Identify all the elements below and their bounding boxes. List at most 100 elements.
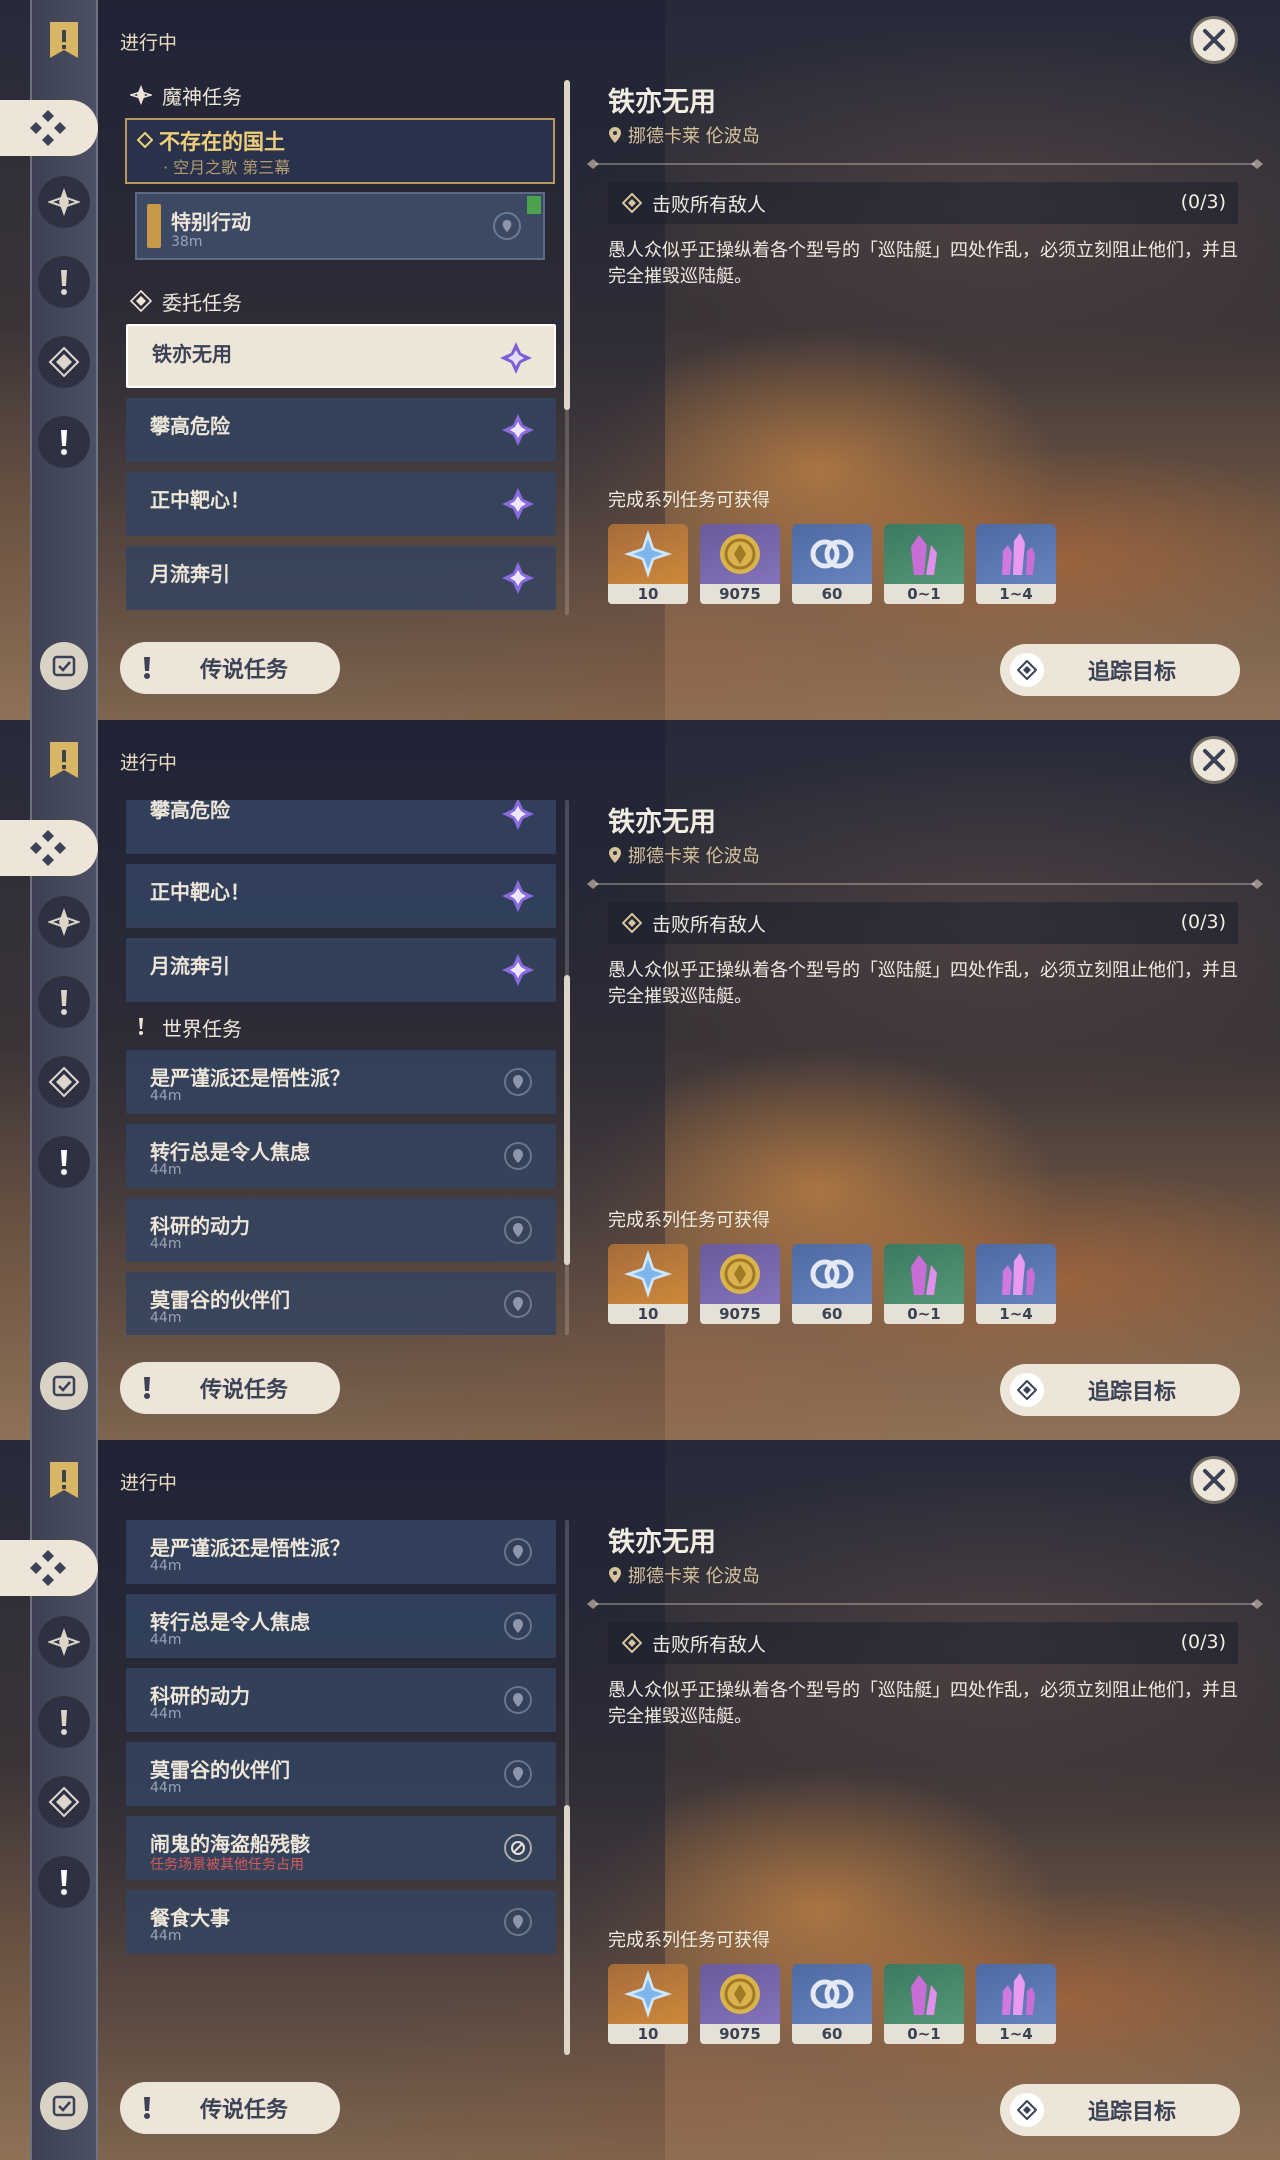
reward-count: 10 bbox=[608, 2024, 688, 2044]
legend-quest-icon bbox=[144, 657, 150, 679]
track-target-button[interactable]: 追踪目标 bbox=[1000, 2084, 1240, 2136]
close-icon bbox=[1203, 29, 1225, 51]
history-button[interactable] bbox=[40, 642, 88, 690]
reward-crystal-cluster[interactable]: 1~4 bbox=[976, 1964, 1056, 2044]
world-quest-row[interactable]: 是严谨派还是悟性派？ 44m bbox=[126, 1520, 556, 1584]
rail-archon-button[interactable] bbox=[38, 1616, 90, 1668]
crystal-icon bbox=[911, 1255, 937, 1295]
world-quest-row[interactable]: 科研的动力 44m bbox=[126, 1198, 556, 1262]
reward-crystal[interactable]: 0~1 bbox=[884, 524, 964, 604]
list-scrollbar[interactable] bbox=[564, 800, 570, 1335]
rail-commission-button[interactable] bbox=[38, 1056, 90, 1108]
history-button[interactable] bbox=[40, 2082, 88, 2130]
world-quest-distance: 44m bbox=[150, 1236, 182, 1252]
location-pin-icon[interactable] bbox=[504, 1612, 532, 1640]
track-target-label: 追踪目标 bbox=[1088, 660, 1177, 685]
quest-flag-icon[interactable] bbox=[46, 740, 82, 780]
reward-crystal-cluster[interactable]: 1~4 bbox=[976, 524, 1056, 604]
scrollbar-thumb[interactable] bbox=[564, 1805, 570, 2055]
reward-crystal[interactable]: 0~1 bbox=[884, 1964, 964, 2044]
commission-row[interactable]: 月流奔引 bbox=[126, 938, 556, 1002]
reward-primogem[interactable]: 10 bbox=[608, 1964, 688, 2044]
close-button[interactable] bbox=[1190, 736, 1238, 784]
rail-all-quests-active[interactable] bbox=[0, 100, 98, 156]
commission-star-icon bbox=[502, 488, 534, 520]
adventure-exp-icon bbox=[810, 1979, 854, 2009]
track-target-button[interactable]: 追踪目标 bbox=[1000, 644, 1240, 696]
history-button[interactable] bbox=[40, 1362, 88, 1410]
rail-archon-button[interactable] bbox=[38, 176, 90, 228]
world-quest-icon bbox=[61, 430, 67, 455]
reward-crystal-cluster[interactable]: 1~4 bbox=[976, 1244, 1056, 1324]
scrollbar-thumb[interactable] bbox=[564, 975, 570, 1265]
rail-archon-button[interactable] bbox=[38, 896, 90, 948]
quest-list: 攀高危险 正中靶心！ 月流奔引 世界任务 是严谨派还是悟性派？ 44m 转行总是… bbox=[120, 800, 560, 1335]
commission-row[interactable]: 攀高危险 bbox=[126, 398, 556, 462]
list-scrollbar[interactable] bbox=[564, 1520, 570, 2055]
scrollbar-thumb[interactable] bbox=[564, 80, 570, 410]
quest-list: 是严谨派还是悟性派？ 44m 转行总是令人焦虑 44m 科研的动力 44m 莫雷… bbox=[120, 1520, 560, 2055]
reward-mora[interactable]: 9075 bbox=[700, 1964, 780, 2044]
location-pin-icon[interactable] bbox=[504, 1686, 532, 1714]
location-pin-icon[interactable] bbox=[504, 1068, 532, 1096]
rail-world-button[interactable] bbox=[38, 1136, 90, 1188]
objective-text: 击败所有敌人 bbox=[652, 193, 767, 216]
reward-primogem[interactable]: 10 bbox=[608, 1244, 688, 1324]
location-pin-icon[interactable] bbox=[504, 1760, 532, 1788]
objective-text: 击败所有敌人 bbox=[652, 913, 767, 936]
world-quest-row[interactable]: 餐食大事 44m bbox=[126, 1890, 556, 1954]
quest-flag-icon[interactable] bbox=[46, 20, 82, 60]
reward-primogem[interactable]: 10 bbox=[608, 524, 688, 604]
rail-world-button[interactable] bbox=[38, 1856, 90, 1908]
legend-quest-button[interactable]: 传说任务 bbox=[120, 1362, 340, 1414]
location-pin-icon[interactable] bbox=[504, 1908, 532, 1936]
rail-world-button[interactable] bbox=[38, 416, 90, 468]
quest-flag-icon[interactable] bbox=[46, 1460, 82, 1500]
list-scrollbar[interactable] bbox=[564, 80, 570, 615]
location-pin-icon[interactable] bbox=[504, 1290, 532, 1318]
reward-mora[interactable]: 9075 bbox=[700, 1244, 780, 1324]
rail-commission-button[interactable] bbox=[38, 1776, 90, 1828]
objective-text: 击败所有敌人 bbox=[652, 1633, 767, 1656]
commission-row[interactable]: 攀高危险 bbox=[126, 800, 556, 854]
location-pin-icon[interactable] bbox=[493, 212, 521, 240]
quest-description: 愚人众似乎正操纵着各个型号的「巡陆艇」四处作乱，必须立刻阻止他们，并且完全摧毁巡… bbox=[608, 1680, 1238, 1727]
archon-subquest-row[interactable]: 特别行动 38m bbox=[135, 192, 545, 260]
close-button[interactable] bbox=[1190, 1456, 1238, 1504]
reward-adventure-exp[interactable]: 60 bbox=[792, 1244, 872, 1324]
close-button[interactable] bbox=[1190, 16, 1238, 64]
location-pin-icon[interactable] bbox=[504, 1216, 532, 1244]
commission-star-icon bbox=[502, 562, 534, 594]
reward-adventure-exp[interactable]: 60 bbox=[792, 1964, 872, 2044]
commission-category-icon bbox=[130, 290, 152, 312]
world-quest-title: 科研的动力 bbox=[150, 1214, 250, 1238]
location-pin-icon[interactable] bbox=[504, 1538, 532, 1566]
commission-row[interactable]: 正中靶心！ bbox=[126, 472, 556, 536]
location-pin-icon[interactable] bbox=[504, 1142, 532, 1170]
reward-mora[interactable]: 9075 bbox=[700, 524, 780, 604]
close-icon bbox=[1203, 749, 1225, 771]
archon-quest-row[interactable]: 不存在的国土 · 空月之歌 第三幕 bbox=[125, 118, 555, 184]
crystal-icon bbox=[911, 535, 937, 575]
world-quest-row-blocked[interactable]: 闹鬼的海盗船残骸 任务场景被其他任务占用 bbox=[126, 1816, 556, 1880]
world-quest-row[interactable]: 科研的动力 44m bbox=[126, 1668, 556, 1732]
world-quest-row[interactable]: 是严谨派还是悟性派？ 44m bbox=[126, 1050, 556, 1114]
reward-adventure-exp[interactable]: 60 bbox=[792, 524, 872, 604]
world-quest-row[interactable]: 莫雷谷的伙伴们 44m bbox=[126, 1272, 556, 1335]
world-quest-row[interactable]: 莫雷谷的伙伴们 44m bbox=[126, 1742, 556, 1806]
rail-story-button[interactable] bbox=[38, 256, 90, 308]
world-quest-row[interactable]: 转行总是令人焦虑 44m bbox=[126, 1124, 556, 1188]
rail-all-quests-active[interactable] bbox=[0, 1540, 98, 1596]
rail-story-button[interactable] bbox=[38, 976, 90, 1028]
world-quest-row[interactable]: 转行总是令人焦虑 44m bbox=[126, 1594, 556, 1658]
commission-row-selected[interactable]: 铁亦无用 bbox=[126, 324, 556, 388]
rail-story-button[interactable] bbox=[38, 1696, 90, 1748]
commission-row[interactable]: 正中靶心！ bbox=[126, 864, 556, 928]
rail-all-quests-active[interactable] bbox=[0, 820, 98, 876]
legend-quest-button[interactable]: 传说任务 bbox=[120, 642, 340, 694]
reward-crystal[interactable]: 0~1 bbox=[884, 1244, 964, 1324]
legend-quest-button[interactable]: 传说任务 bbox=[120, 2082, 340, 2134]
rail-commission-button[interactable] bbox=[38, 336, 90, 388]
commission-row[interactable]: 月流奔引 bbox=[126, 546, 556, 610]
track-target-button[interactable]: 追踪目标 bbox=[1000, 1364, 1240, 1416]
